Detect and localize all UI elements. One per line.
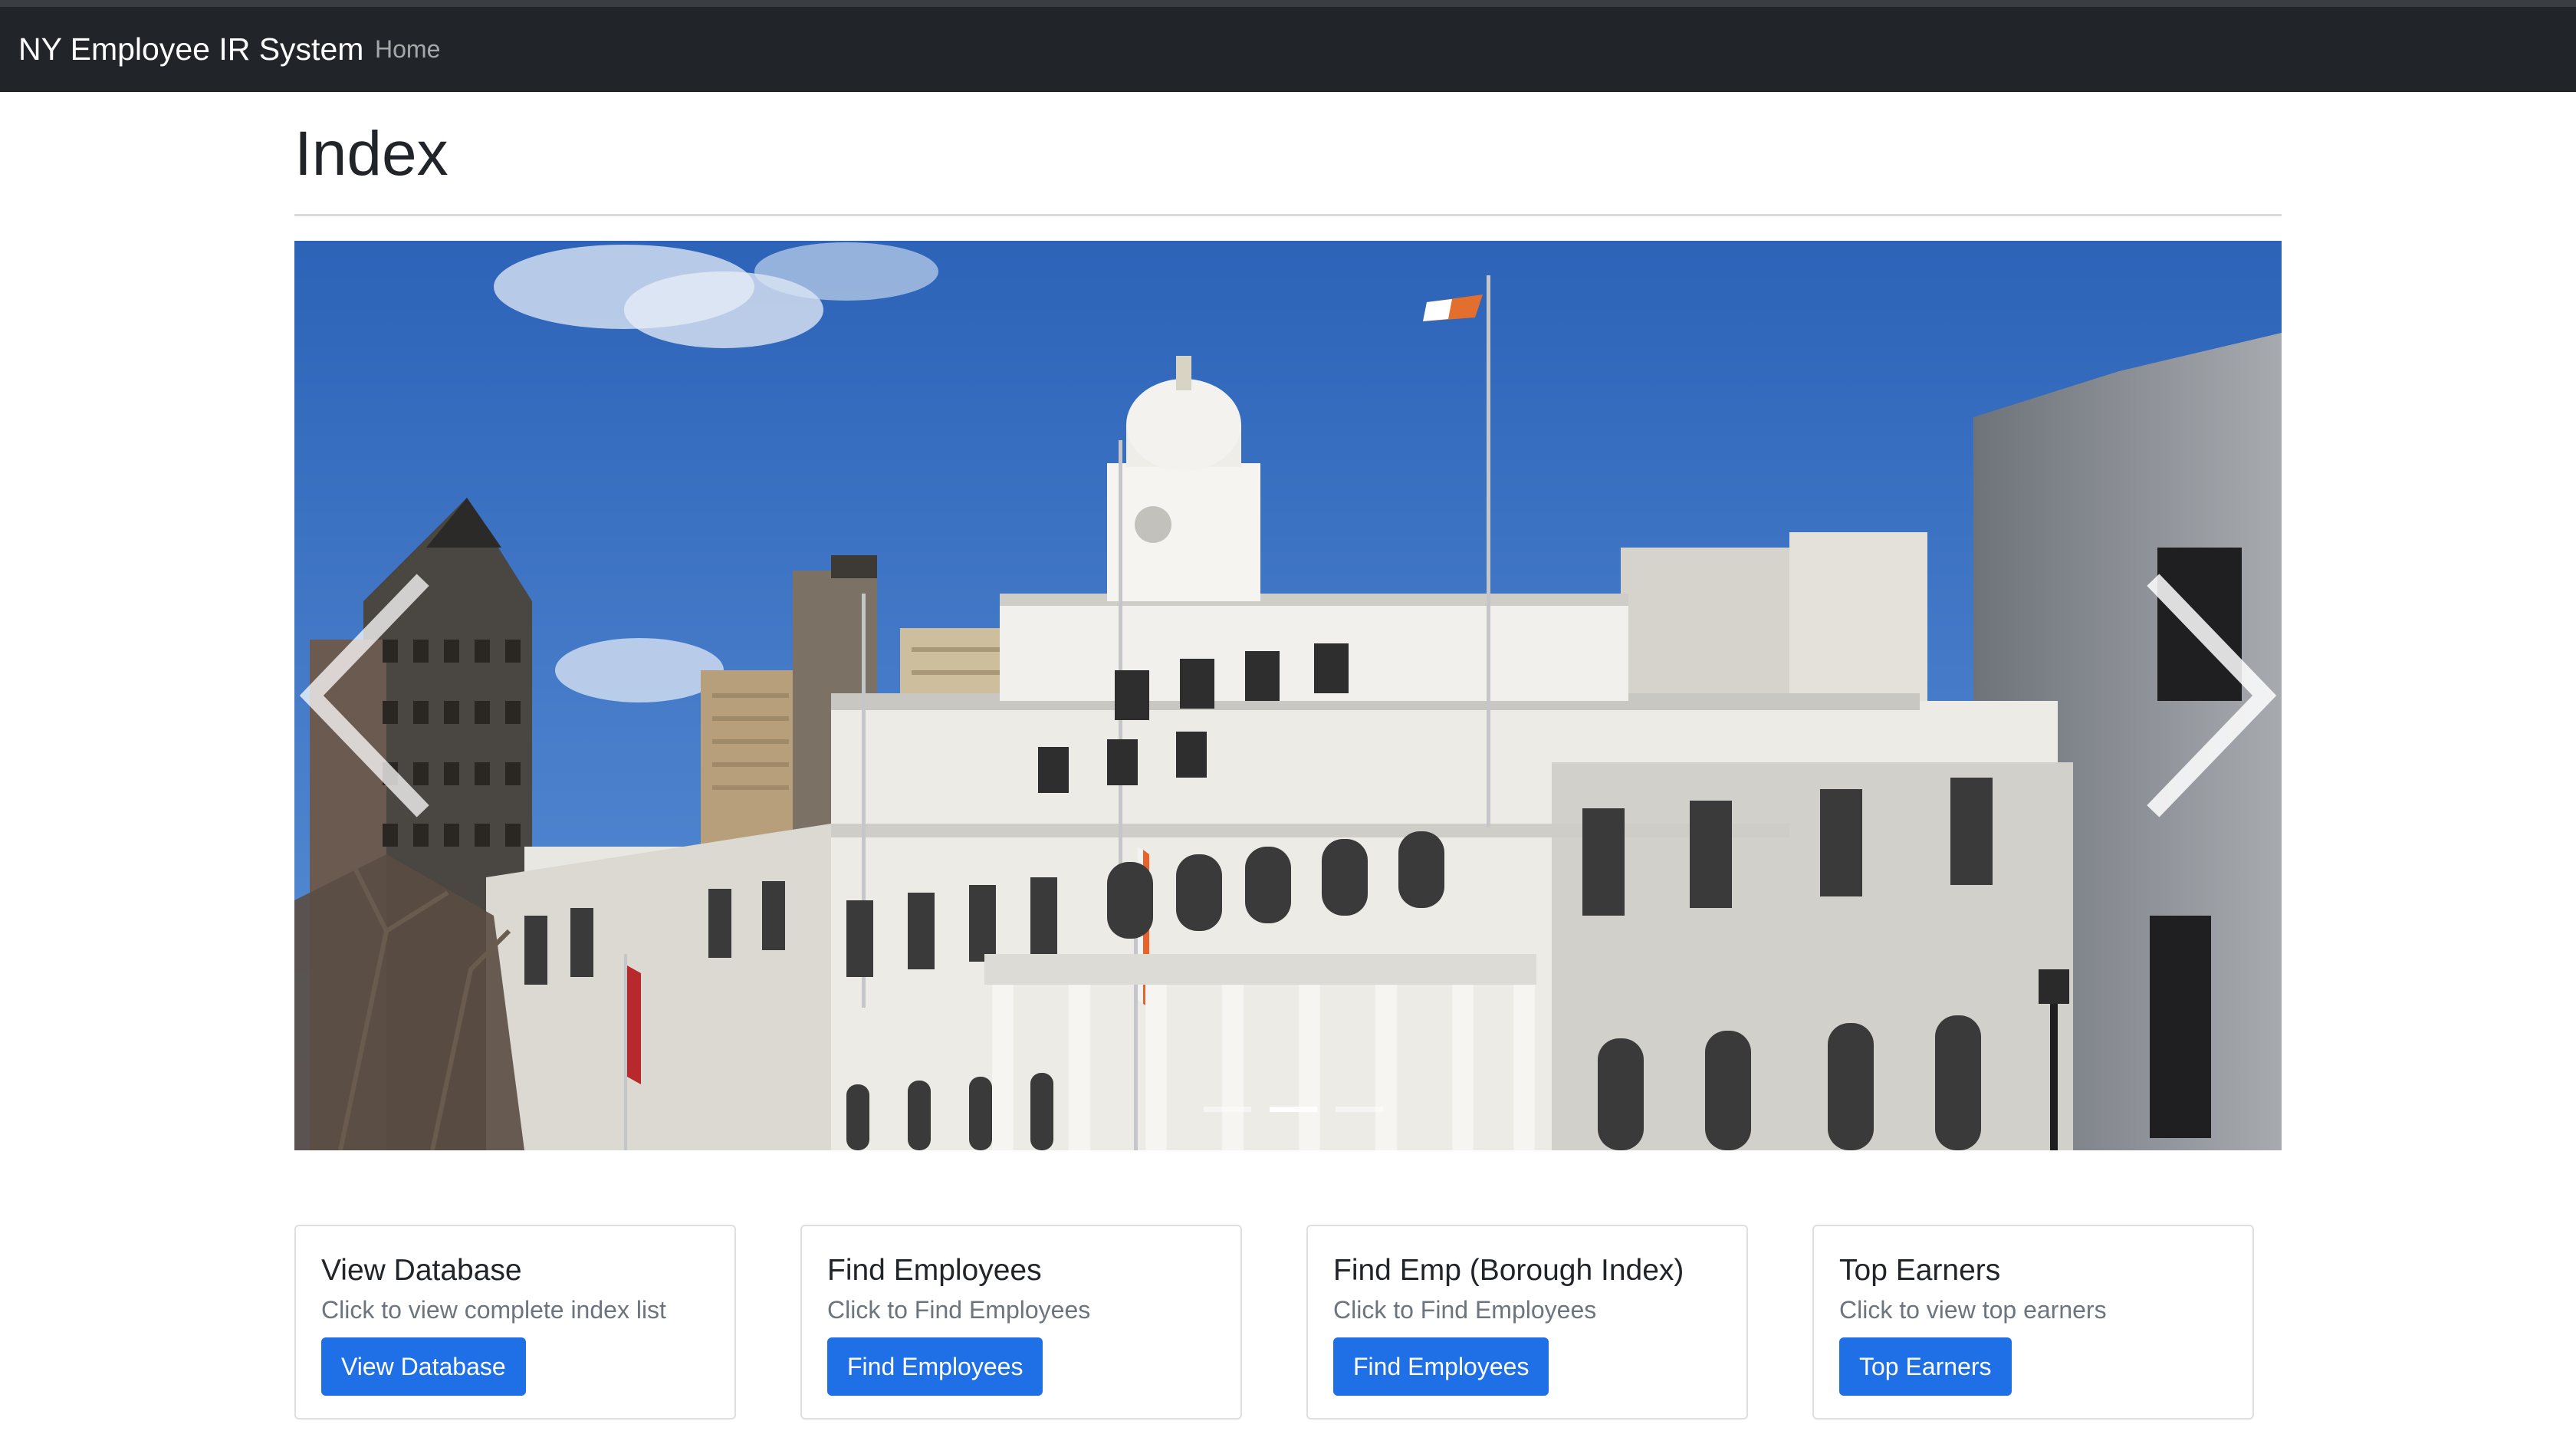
carousel-indicator[interactable] xyxy=(1204,1107,1251,1112)
card-title: Find Employees xyxy=(827,1254,1042,1287)
nav-link-home[interactable]: Home xyxy=(375,7,440,92)
card-text: Click to view top earners xyxy=(1839,1296,2107,1324)
top-earners-button[interactable]: Top Earners xyxy=(1839,1337,2012,1396)
carousel-indicators xyxy=(1204,1107,1383,1112)
title-divider xyxy=(294,214,2282,216)
card-top-earners: Top Earners Click to view top earners To… xyxy=(1812,1225,2254,1419)
navbar: NY Employee IR System Home xyxy=(0,7,2576,92)
page-title: Index xyxy=(294,119,449,189)
card-text: Click to view complete index list xyxy=(321,1296,666,1324)
card-find-employees: Find Employees Click to Find Employees F… xyxy=(800,1225,1242,1419)
card-title: View Database xyxy=(321,1254,522,1287)
card-text: Click to Find Employees xyxy=(827,1296,1091,1324)
navbar-brand[interactable]: NY Employee IR System xyxy=(18,7,363,92)
carousel-indicator[interactable] xyxy=(1336,1107,1383,1112)
chevron-left-icon xyxy=(299,574,429,817)
carousel-indicator-active[interactable] xyxy=(1270,1107,1317,1112)
browser-top-strip xyxy=(0,0,2576,7)
carousel-next-button[interactable] xyxy=(2136,241,2282,1150)
card-title: Top Earners xyxy=(1839,1254,2001,1287)
card-view-database: View Database Click to view complete ind… xyxy=(294,1225,736,1419)
city-hall-photo xyxy=(294,241,2282,1150)
image-carousel xyxy=(294,241,2282,1150)
card-find-emp-borough: Find Emp (Borough Index) Click to Find E… xyxy=(1306,1225,1748,1419)
card-title: Find Emp (Borough Index) xyxy=(1333,1254,1684,1287)
carousel-prev-button[interactable] xyxy=(294,241,440,1150)
find-employees-borough-button[interactable]: Find Employees xyxy=(1333,1337,1549,1396)
card-text: Click to Find Employees xyxy=(1333,1296,1597,1324)
find-employees-button[interactable]: Find Employees xyxy=(827,1337,1043,1396)
view-database-button[interactable]: View Database xyxy=(321,1337,526,1396)
chevron-right-icon xyxy=(2147,574,2277,817)
